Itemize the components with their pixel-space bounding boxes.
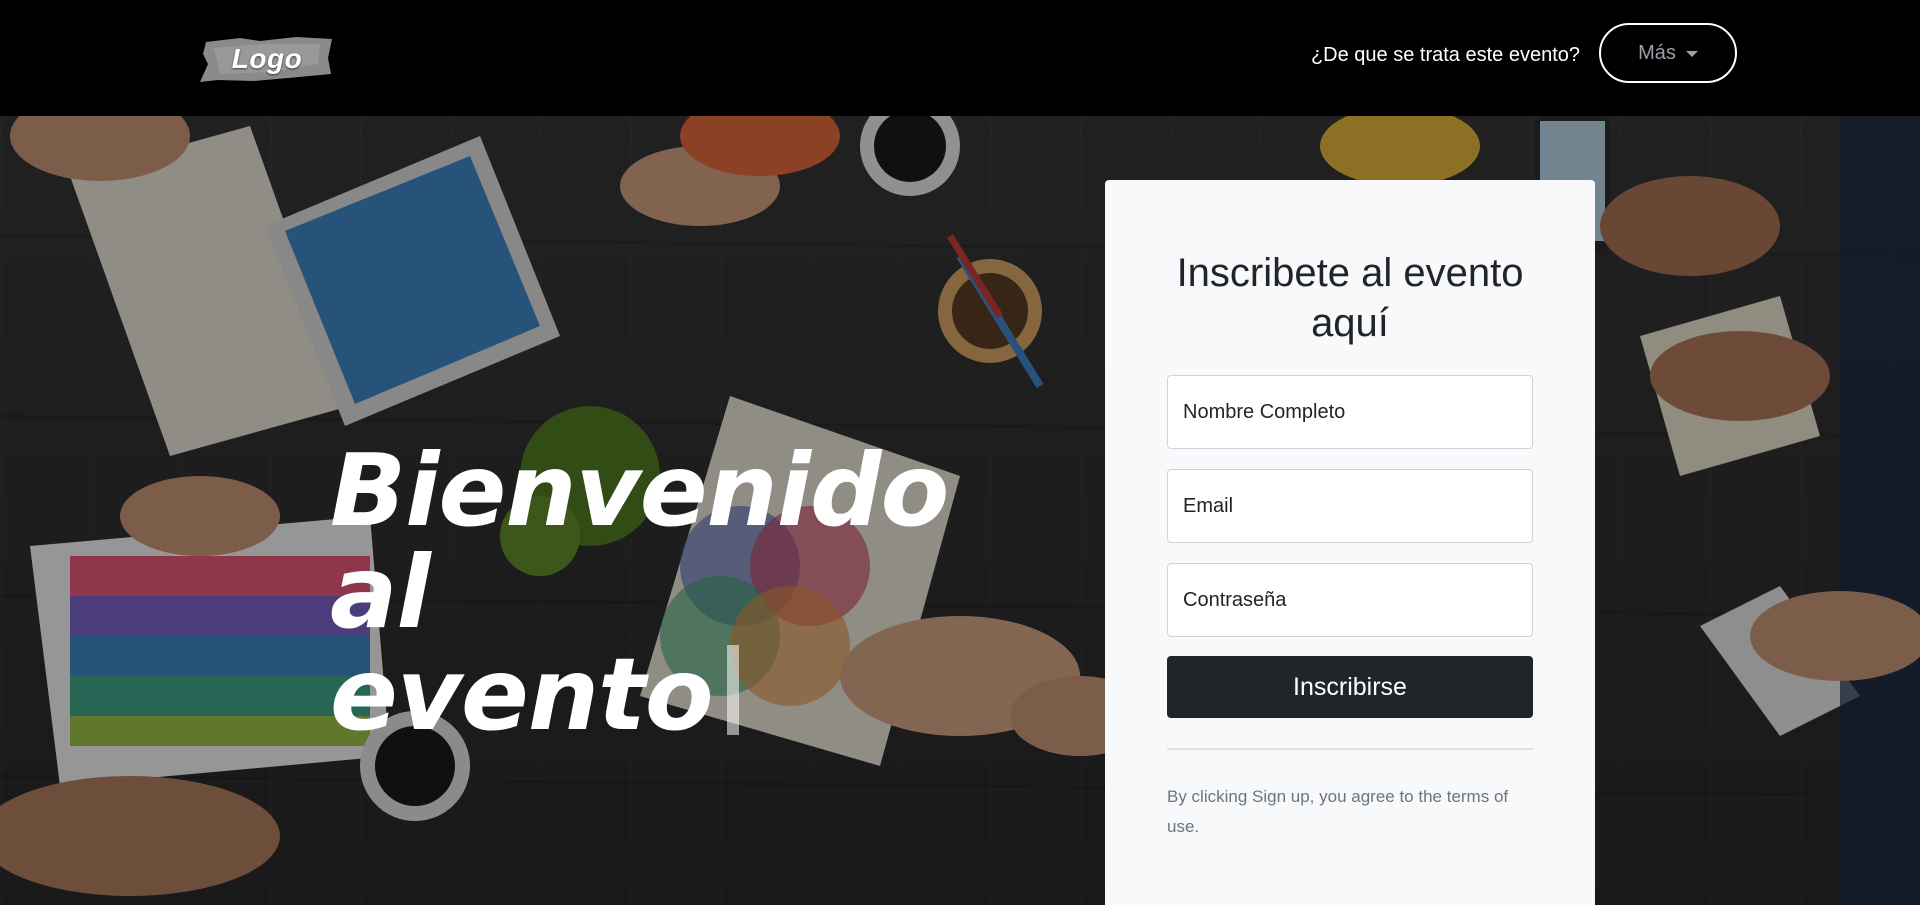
email-input[interactable] bbox=[1167, 469, 1533, 543]
hero-title-line-1: Bienvenido al bbox=[330, 432, 949, 651]
signup-button[interactable]: Inscribirse bbox=[1167, 656, 1533, 718]
more-dropdown-button[interactable]: Más bbox=[1599, 23, 1737, 83]
hero-title-line-2: evento bbox=[330, 636, 714, 753]
caret-down-icon bbox=[1685, 51, 1698, 57]
form-divider bbox=[1167, 748, 1533, 750]
signup-card: Inscribete al evento aquí Inscribirse By… bbox=[1105, 180, 1595, 905]
signup-heading: Inscribete al evento aquí bbox=[1176, 251, 1524, 345]
password-input[interactable] bbox=[1167, 563, 1533, 637]
hero-section: Bienvenido al evento bbox=[0, 116, 1920, 905]
full-name-input[interactable] bbox=[1167, 375, 1533, 449]
terms-text: By clicking Sign up, you agree to the te… bbox=[1167, 787, 1509, 836]
logo[interactable]: Logo bbox=[200, 34, 334, 84]
hero-title: Bienvenido al evento bbox=[330, 440, 1050, 746]
logo-text: Logo bbox=[231, 43, 303, 74]
top-navbar: Logo ¿De que se trata este evento? Más bbox=[0, 0, 1920, 116]
more-button-label: Más bbox=[1638, 41, 1676, 64]
nav-link-about-event[interactable]: ¿De que se trata este evento? bbox=[1311, 44, 1580, 67]
typing-cursor bbox=[726, 645, 739, 735]
